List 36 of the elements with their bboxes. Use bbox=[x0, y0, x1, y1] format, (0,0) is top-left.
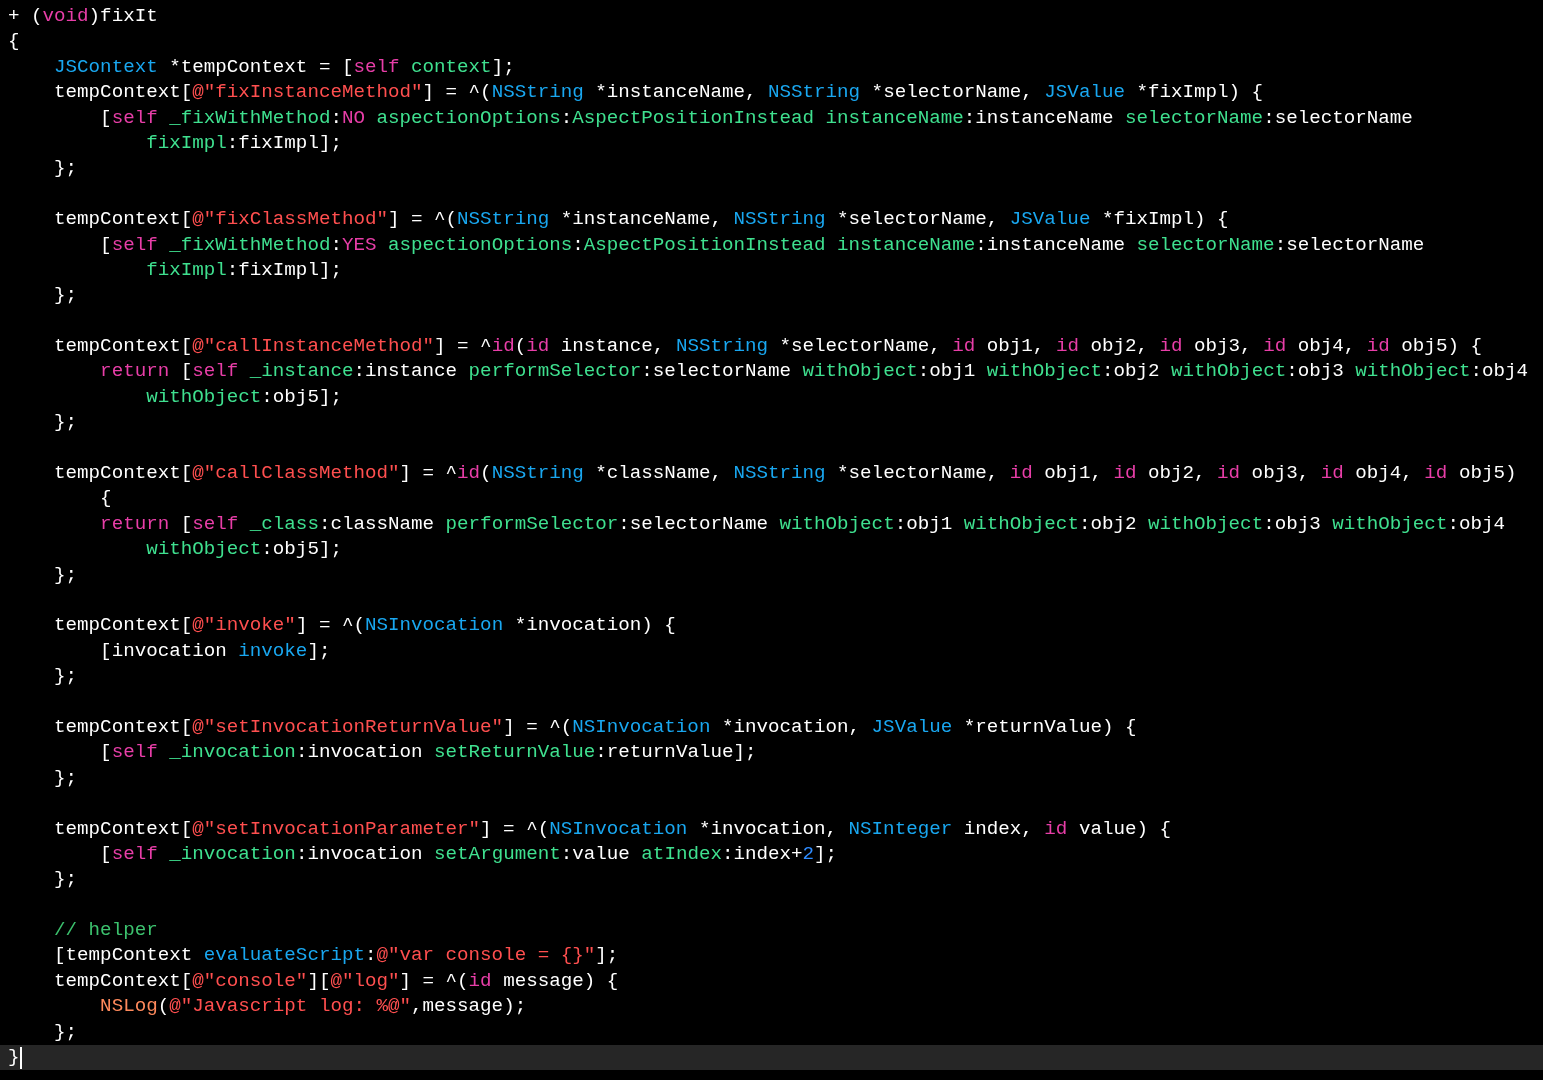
code-line: return [self _class:className performSelector:selectorName withObject:obj1 withObject:obj2 withObject:obj3 withObject:obj4 bbox=[99, 512, 1505, 535]
code-line: }; bbox=[53, 766, 78, 789]
code-line: return [self _instance:instance performSelector:selectorName withObject:obj1 withObject:obj2 withObject:obj3 withObject:obj4 bbox=[99, 360, 1528, 383]
code-line: }; bbox=[53, 1020, 78, 1043]
code-line: tempContext[@"setInvocationParameter"] = ^(NSInvocation *invocation, NSInteger index, id value) { bbox=[53, 817, 1171, 840]
code-line: [invocation invoke]; bbox=[99, 639, 331, 662]
code-line: [self _invocation:invocation setReturnValue:returnValue]; bbox=[99, 741, 757, 764]
code-line: fixImpl:fixImpl]; bbox=[145, 258, 342, 281]
code-line: }; bbox=[53, 563, 78, 586]
code-line: [tempContext evaluateScript:@"var console = {}"]; bbox=[53, 944, 619, 967]
code-line: fixImpl:fixImpl]; bbox=[145, 131, 342, 154]
code-line: tempContext[@"fixInstanceMethod"] = ^(NSString *instanceName, NSString *selectorName, JSValue *fixImpl) { bbox=[53, 81, 1264, 104]
code-line: }; bbox=[53, 284, 78, 307]
code-line: JSContext *tempContext = [self context]; bbox=[53, 55, 515, 78]
code-line: + (void)fixIt bbox=[8, 5, 158, 27]
code-line: tempContext[@"callClassMethod"] = ^id(NSString *className, NSString *selectorName, id obj1, id obj2, id obj3, id obj4, id obj5) bbox=[53, 462, 1517, 485]
code-line: tempContext[@"setInvocationReturnValue"] = ^(NSInvocation *invocation, JSValue *returnValue) { bbox=[53, 715, 1137, 738]
text-cursor bbox=[19, 1046, 22, 1069]
code-line: withObject:obj5]; bbox=[145, 385, 342, 408]
code-line: }; bbox=[53, 665, 78, 688]
code-line: }; bbox=[53, 157, 78, 180]
code-line: [self _fixWithMethod:YES aspectionOptions:AspectPositionInstead instanceName:instanceName selectorName:selectorName bbox=[99, 233, 1425, 256]
code-line: // helper bbox=[53, 919, 158, 942]
code-line: [self _fixWithMethod:NO aspectionOptions:AspectPositionInstead instanceName:instanceName selectorName:selectorName bbox=[99, 106, 1413, 129]
code-line: }; bbox=[53, 868, 78, 891]
code-line: tempContext[@"callInstanceMethod"] = ^id(id instance, NSString *selectorName, id obj1, id obj2, id obj3, id obj4, id obj5) { bbox=[53, 335, 1482, 358]
code-line: [self _invocation:invocation setArgument:value atIndex:index+2]; bbox=[99, 842, 838, 865]
code-line: NSLog(@"Javascript log: %@",message); bbox=[99, 995, 527, 1018]
code-line: { bbox=[8, 30, 20, 53]
code-line: withObject:obj5]; bbox=[145, 538, 342, 561]
code-line: tempContext[@"fixClassMethod"] = ^(NSString *instanceName, NSString *selectorName, JSValue *fixImpl) { bbox=[53, 208, 1229, 231]
code-line: tempContext[@"invoke"] = ^(NSInvocation *invocation) { bbox=[53, 614, 676, 637]
code-line: }; bbox=[53, 411, 78, 434]
code-line: } bbox=[8, 1045, 20, 1070]
code-line: tempContext[@"console"][@"log"] = ^(id message) { bbox=[53, 969, 619, 992]
code-line: { bbox=[99, 487, 112, 510]
